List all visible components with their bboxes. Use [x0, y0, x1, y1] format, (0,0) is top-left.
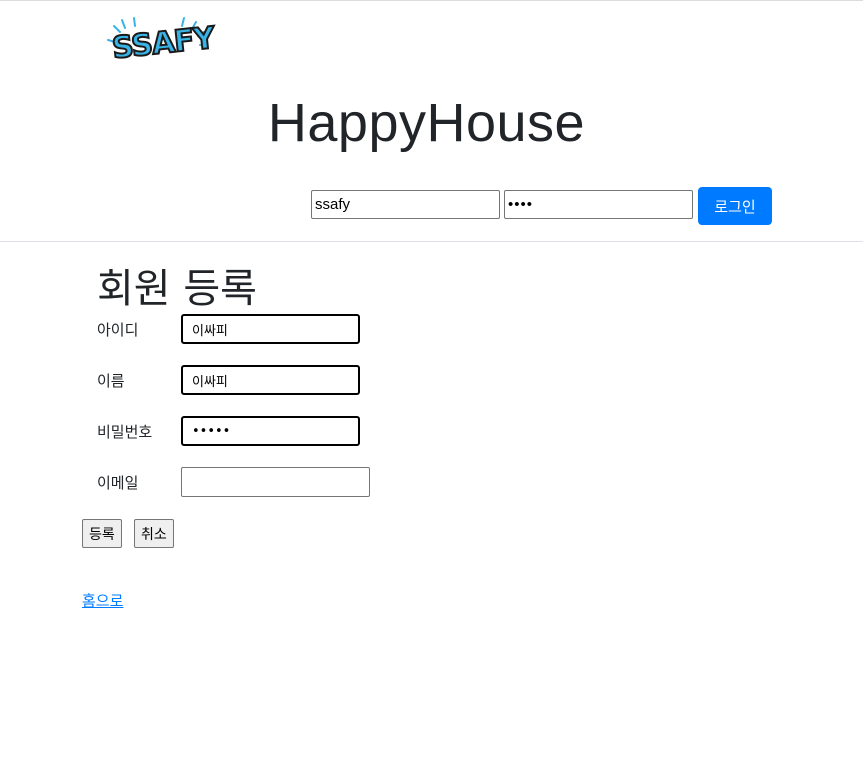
cancel-button[interactable]: 취소 [134, 519, 174, 548]
login-button[interactable]: 로그인 [698, 187, 772, 225]
password-label: 비밀번호 [97, 423, 153, 441]
userid-label: 아이디 [97, 321, 139, 339]
page-title: 회원 등록 [97, 266, 257, 312]
ssafy-logo[interactable]: SSAFY [104, 16, 217, 74]
userid-input[interactable] [181, 314, 360, 344]
login-id-input[interactable] [311, 190, 500, 219]
email-input[interactable] [181, 467, 370, 497]
password-input[interactable] [181, 416, 360, 446]
header-divider [0, 241, 863, 242]
login-password-input[interactable] [504, 190, 693, 219]
site-title: HappyHouse [267, 93, 586, 153]
email-label: 이메일 [97, 474, 139, 492]
top-border [0, 0, 863, 1]
home-link[interactable]: 홈으로 [82, 590, 123, 611]
name-label: 이름 [97, 372, 125, 390]
name-input[interactable] [181, 365, 360, 395]
register-button[interactable]: 등록 [82, 519, 122, 548]
